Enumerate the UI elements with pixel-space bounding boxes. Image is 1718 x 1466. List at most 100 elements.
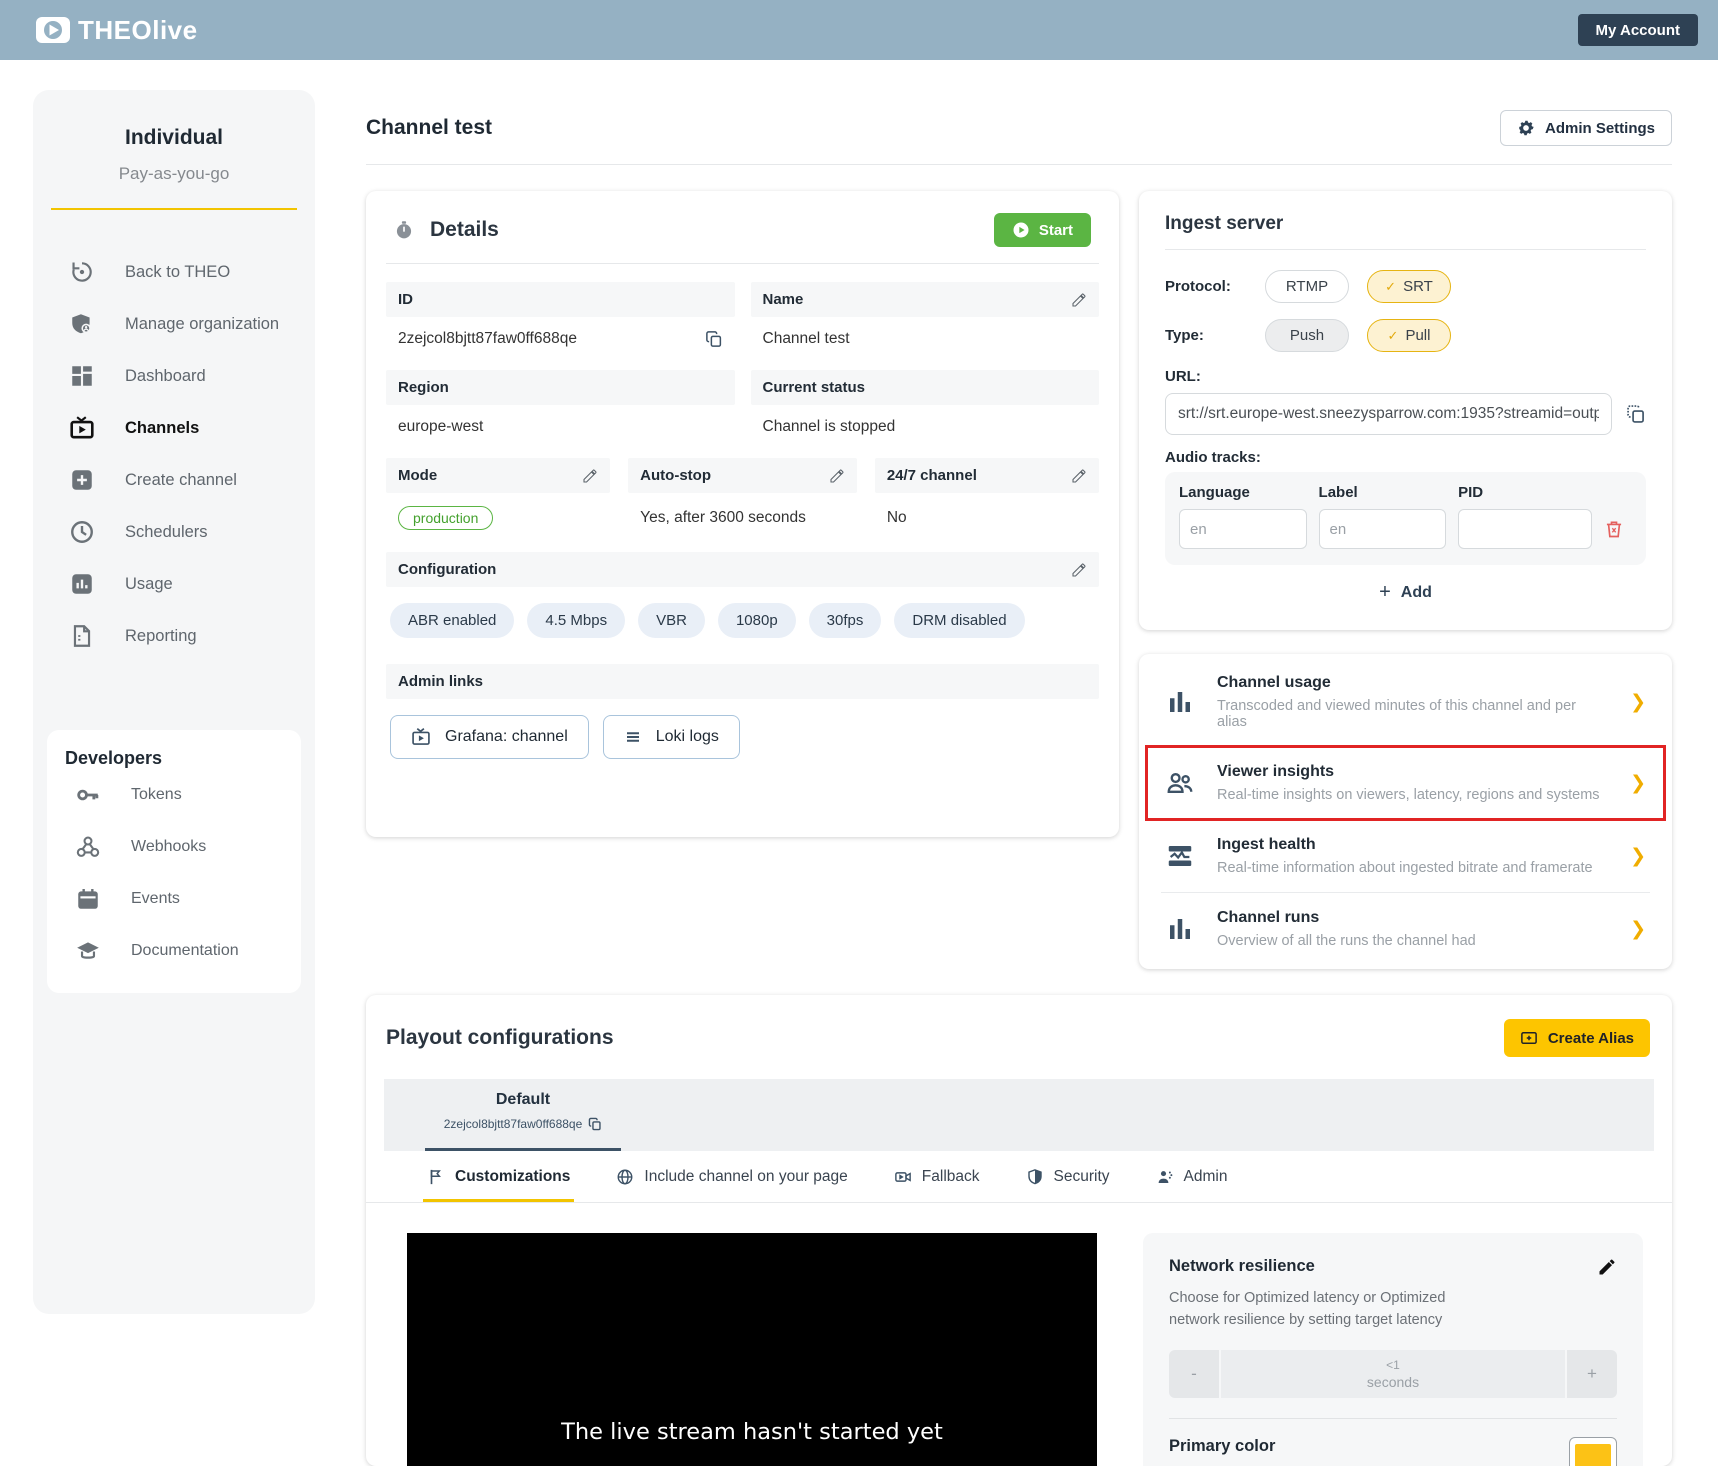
audio-tracks-label: Audio tracks:: [1165, 449, 1646, 466]
configuration-label: Configuration: [386, 552, 1099, 587]
protocol-rtmp-option[interactable]: RTMP: [1265, 270, 1349, 303]
channel-usage-link[interactable]: Channel usage Transcoded and viewed minu…: [1161, 658, 1650, 747]
channel247-value: No: [875, 493, 1099, 552]
protocol-srt-option[interactable]: ✓SRT: [1367, 270, 1451, 303]
sidebar-item-channels[interactable]: Channels: [33, 402, 315, 454]
link-subtitle: Real-time information about ingested bit…: [1217, 860, 1608, 876]
alias-tab-default[interactable]: Default 2zejcol8bjtt87faw0ff688qe: [425, 1079, 621, 1151]
playout-title: Playout configurations: [386, 1026, 614, 1050]
loki-logs-button[interactable]: Loki logs: [603, 715, 740, 759]
ingest-health-link[interactable]: Ingest health Real-time information abou…: [1161, 820, 1650, 893]
main-content: Channel test Admin Settings Details Star…: [366, 96, 1672, 1466]
edit-configuration-icon[interactable]: [1071, 562, 1087, 578]
sidebar-item-usage[interactable]: Usage: [33, 558, 315, 610]
tv-icon: [69, 415, 95, 441]
create-alias-button[interactable]: Create Alias: [1504, 1019, 1650, 1057]
target-latency-stepper: - <1 seconds +: [1169, 1350, 1617, 1398]
chevron-right-icon: ❯: [1630, 691, 1646, 714]
org-divider: [51, 208, 297, 210]
sidebar-item-tokens[interactable]: Tokens: [47, 769, 301, 821]
autostop-label: Auto-stop: [628, 458, 857, 493]
edit-channel247-icon[interactable]: [1071, 468, 1087, 484]
sidebar-item-schedulers[interactable]: Schedulers: [33, 506, 315, 558]
tab-label: Customizations: [455, 1168, 570, 1186]
details-card: Details Start ID Name 2zejcol8bjtt87faw0…: [366, 191, 1119, 837]
org-plan: Pay-as-you-go: [33, 164, 315, 184]
edit-mode-icon[interactable]: [582, 468, 598, 484]
latency-decrease-button[interactable]: -: [1169, 1350, 1219, 1398]
key-icon: [75, 782, 101, 808]
config-chip: 30fps: [809, 603, 882, 638]
grafana-channel-button[interactable]: Grafana: channel: [390, 715, 589, 759]
graduation-cap-icon: [75, 938, 101, 964]
sidebar-item-events[interactable]: Events: [47, 873, 301, 925]
my-account-button[interactable]: My Account: [1578, 14, 1698, 46]
tab-security[interactable]: Security: [1026, 1151, 1110, 1202]
sidebar-item-label: Manage organization: [125, 315, 279, 334]
alias-tab-name: Default: [425, 1091, 621, 1109]
type-pull-option[interactable]: ✓Pull: [1367, 319, 1451, 352]
person-gear-icon: [1156, 1168, 1174, 1186]
copy-url-icon[interactable]: [1626, 404, 1646, 424]
sidebar-item-back-to-theo[interactable]: Back to THEO: [33, 246, 315, 298]
shield-icon: [1026, 1168, 1044, 1186]
check-icon: ✓: [1388, 328, 1399, 344]
latency-increase-button[interactable]: +: [1567, 1350, 1617, 1398]
sidebar-item-webhooks[interactable]: Webhooks: [47, 821, 301, 873]
start-button[interactable]: Start: [994, 213, 1091, 247]
viewer-insights-link[interactable]: Viewer insights Real-time insights on vi…: [1161, 747, 1650, 820]
label-input[interactable]: [1319, 509, 1447, 549]
loki-logs-label: Loki logs: [656, 728, 719, 746]
id-label: ID: [386, 282, 735, 317]
config-chip: 1080p: [718, 603, 796, 638]
details-title: Details: [430, 218, 499, 242]
copy-id-icon[interactable]: [705, 330, 723, 348]
video-player[interactable]: The live stream hasn't started yet: [407, 1233, 1097, 1466]
pid-input[interactable]: [1458, 509, 1592, 549]
header-divider: [366, 164, 1672, 165]
delete-track-icon[interactable]: [1604, 519, 1624, 539]
sidebar-item-dashboard[interactable]: Dashboard: [33, 350, 315, 402]
sidebar-item-label: Reporting: [125, 627, 197, 646]
clock-icon: [69, 519, 95, 545]
shield-icon: [69, 311, 95, 337]
admin-settings-button[interactable]: Admin Settings: [1500, 110, 1672, 146]
primary-color-swatch[interactable]: [1569, 1437, 1617, 1466]
add-track-label: Add: [1401, 584, 1432, 602]
sidebar-item-reporting[interactable]: Reporting: [33, 610, 315, 662]
edit-network-resilience-icon[interactable]: [1597, 1257, 1617, 1277]
developers-title: Developers: [47, 748, 301, 769]
mode-badge: production: [398, 506, 493, 530]
edit-autostop-icon[interactable]: [829, 468, 845, 484]
history-icon: [69, 259, 95, 285]
id-value-row: 2zejcol8bjtt87faw0ff688qe: [386, 317, 735, 370]
add-track-button[interactable]: + Add: [1165, 581, 1646, 604]
latency-value: <1 seconds: [1221, 1350, 1565, 1398]
people-icon: [1165, 768, 1195, 798]
right-column: Ingest server Protocol: RTMP ✓SRT Type: …: [1139, 191, 1672, 969]
tab-include-channel[interactable]: Include channel on your page: [616, 1151, 847, 1202]
ingest-server-card: Ingest server Protocol: RTMP ✓SRT Type: …: [1139, 191, 1672, 630]
chevron-right-icon: ❯: [1630, 845, 1646, 868]
tab-fallback[interactable]: Fallback: [894, 1151, 980, 1202]
channel247-label: 24/7 channel: [875, 458, 1099, 493]
edit-name-icon[interactable]: [1071, 292, 1087, 308]
link-title: Channel usage: [1217, 674, 1608, 692]
language-input[interactable]: [1179, 509, 1307, 549]
sidebar-item-documentation[interactable]: Documentation: [47, 925, 301, 977]
sidebar-item-create-channel[interactable]: Create channel: [33, 454, 315, 506]
top-bar: THEOlive My Account: [0, 0, 1718, 60]
check-icon: ✓: [1385, 279, 1396, 295]
chevron-right-icon: ❯: [1630, 918, 1646, 941]
name-value: Channel test: [751, 317, 1100, 370]
tab-admin[interactable]: Admin: [1156, 1151, 1228, 1202]
channel-runs-link[interactable]: Channel runs Overview of all the runs th…: [1161, 893, 1650, 965]
url-input[interactable]: [1165, 393, 1612, 435]
config-chip: 4.5 Mbps: [527, 603, 625, 638]
sidebar-item-manage-organization[interactable]: Manage organization: [33, 298, 315, 350]
pid-column-header: PID: [1458, 484, 1592, 501]
copy-alias-id-icon[interactable]: [588, 1117, 602, 1131]
type-push-option[interactable]: Push: [1265, 319, 1349, 352]
tab-customizations[interactable]: Customizations: [427, 1151, 570, 1202]
tv-icon: [411, 727, 431, 747]
